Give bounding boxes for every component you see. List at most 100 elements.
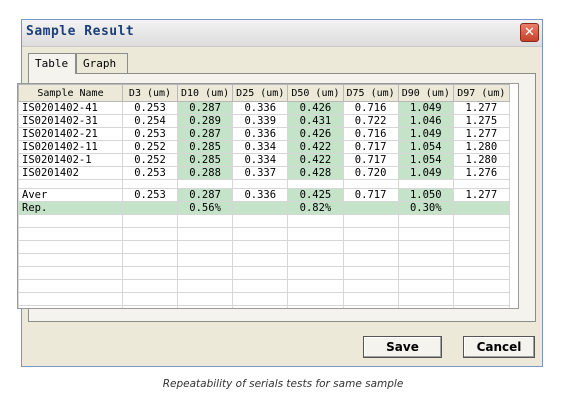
empty-cell	[342, 305, 399, 308]
empty-cell	[176, 179, 234, 189]
repeatability-row[interactable]: Rep. 0.56% 0.82% 0.30%	[18, 201, 510, 215]
value-cell: 0.336	[232, 127, 289, 141]
empty-cell	[342, 292, 399, 306]
empty-cell	[176, 292, 234, 306]
empty-cell	[342, 179, 399, 189]
value-cell	[122, 201, 178, 215]
column-header[interactable]: D97 (um)	[452, 84, 510, 102]
results-grid[interactable]: Sample Name D3 (um) D10 (um) D25 (um) D50 (u…	[17, 83, 519, 309]
value-cell: 1.046	[397, 114, 454, 128]
empty-cell	[452, 279, 510, 293]
close-button[interactable]: ✕	[520, 23, 539, 42]
empty-cell	[122, 292, 178, 306]
figure-caption: Repeatability of serials tests for same …	[162, 378, 404, 390]
value-cell: 0.30%	[397, 201, 454, 215]
column-header[interactable]: D25 (um)	[232, 84, 289, 102]
empty-cell	[452, 227, 510, 241]
value-cell	[342, 201, 399, 215]
column-header[interactable]: Sample Name	[18, 84, 123, 102]
column-header[interactable]: D75 (um)	[342, 84, 399, 102]
cancel-button[interactable]: Cancel	[463, 336, 535, 358]
table-row[interactable]: IS0201402 0.253 0.288 0.337 0.428 0.720 1.049 1…	[18, 166, 510, 180]
average-row[interactable]: Aver 0.253 0.287 0.336 0.425 0.717 1.050 1.277	[18, 188, 510, 202]
empty-cell	[18, 179, 123, 189]
empty-cell	[18, 266, 123, 280]
sample-name-cell: Rep.	[18, 201, 123, 215]
sample-name-cell: IS0201402	[18, 166, 123, 180]
sample-name-cell: IS0201402-11	[18, 140, 123, 154]
column-header[interactable]: D3 (um)	[122, 84, 178, 102]
table-row[interactable]: IS0201402-1 0.252 0.285 0.334 0.422 0.717 1.05…	[18, 153, 510, 167]
results-table: Sample Name D3 (um) D10 (um) D25 (um) D50 (u…	[18, 84, 510, 308]
tab-graph[interactable]: Graph	[76, 53, 128, 73]
value-cell: 0.422	[287, 153, 344, 167]
table-row[interactable]: IS0201402-11 0.252 0.285 0.334 0.422 0.717 1.0…	[18, 140, 510, 154]
sample-name-cell: IS0201402-1	[18, 153, 123, 167]
empty-cell	[397, 253, 454, 267]
header-row: Sample Name D3 (um) D10 (um) D25 (um) D50 (u…	[18, 84, 510, 102]
empty-cell	[397, 279, 454, 293]
empty-cell	[18, 214, 123, 228]
empty-cell	[397, 179, 454, 189]
value-cell: 0.289	[176, 114, 234, 128]
empty-cell	[232, 227, 289, 241]
empty-cell	[287, 214, 344, 228]
value-cell: 0.717	[342, 153, 399, 167]
column-header[interactable]: D10 (um)	[176, 84, 234, 102]
value-cell: 0.334	[232, 140, 289, 154]
empty-cell	[397, 214, 454, 228]
table-row[interactable]: IS0201402-31 0.254 0.289 0.339 0.431 0.722 1.0…	[18, 114, 510, 128]
value-cell: 0.253	[122, 188, 178, 202]
empty-cell	[122, 253, 178, 267]
value-cell: 1.280	[452, 140, 510, 154]
empty-cell	[287, 292, 344, 306]
title-bar: Sample Result ✕	[22, 20, 542, 47]
empty-cell	[342, 227, 399, 241]
value-cell: 1.054	[397, 153, 454, 167]
spacer-row	[18, 179, 510, 189]
empty-cell	[232, 214, 289, 228]
empty-cell	[232, 240, 289, 254]
empty-cell	[397, 266, 454, 280]
value-cell: 1.280	[452, 153, 510, 167]
empty-cell	[287, 279, 344, 293]
table-row[interactable]: IS0201402-21 0.253 0.287 0.336 0.426 0.716 1.0…	[18, 127, 510, 141]
value-cell: 0.253	[122, 166, 178, 180]
value-cell: 0.426	[287, 127, 344, 141]
value-cell: 0.428	[287, 166, 344, 180]
empty-cell	[397, 292, 454, 306]
empty-cell	[232, 179, 289, 189]
empty-cell	[232, 279, 289, 293]
tab-table[interactable]: Table	[28, 53, 76, 74]
empty-cell	[176, 253, 234, 267]
table-row[interactable]: IS0201402-41 0.253 0.287 0.336 0.426 0.716 1.0…	[18, 101, 510, 115]
save-button[interactable]: Save	[363, 336, 442, 358]
value-cell: 1.275	[452, 114, 510, 128]
empty-row	[18, 214, 510, 228]
sample-name-cell: IS0201402-31	[18, 114, 123, 128]
empty-cell	[176, 240, 234, 254]
value-cell: 1.277	[452, 101, 510, 115]
empty-row	[18, 305, 510, 308]
empty-cell	[122, 305, 178, 308]
value-cell: 1.277	[452, 127, 510, 141]
value-cell: 1.049	[397, 166, 454, 180]
value-cell: 0.254	[122, 114, 178, 128]
empty-row	[18, 253, 510, 267]
column-header[interactable]: D50 (um)	[287, 84, 344, 102]
value-cell: 0.287	[176, 188, 234, 202]
value-cell: 0.56%	[176, 201, 234, 215]
value-cell: 0.252	[122, 140, 178, 154]
empty-cell	[287, 240, 344, 254]
column-header[interactable]: D90 (um)	[397, 84, 454, 102]
sample-name-cell: Aver	[18, 188, 123, 202]
value-cell: 0.287	[176, 127, 234, 141]
empty-cell	[452, 240, 510, 254]
value-cell: 0.425	[287, 188, 344, 202]
empty-cell	[176, 305, 234, 308]
empty-cell	[397, 227, 454, 241]
value-cell: 0.717	[342, 188, 399, 202]
empty-cell	[342, 279, 399, 293]
value-cell: 0.720	[342, 166, 399, 180]
value-cell: 0.422	[287, 140, 344, 154]
